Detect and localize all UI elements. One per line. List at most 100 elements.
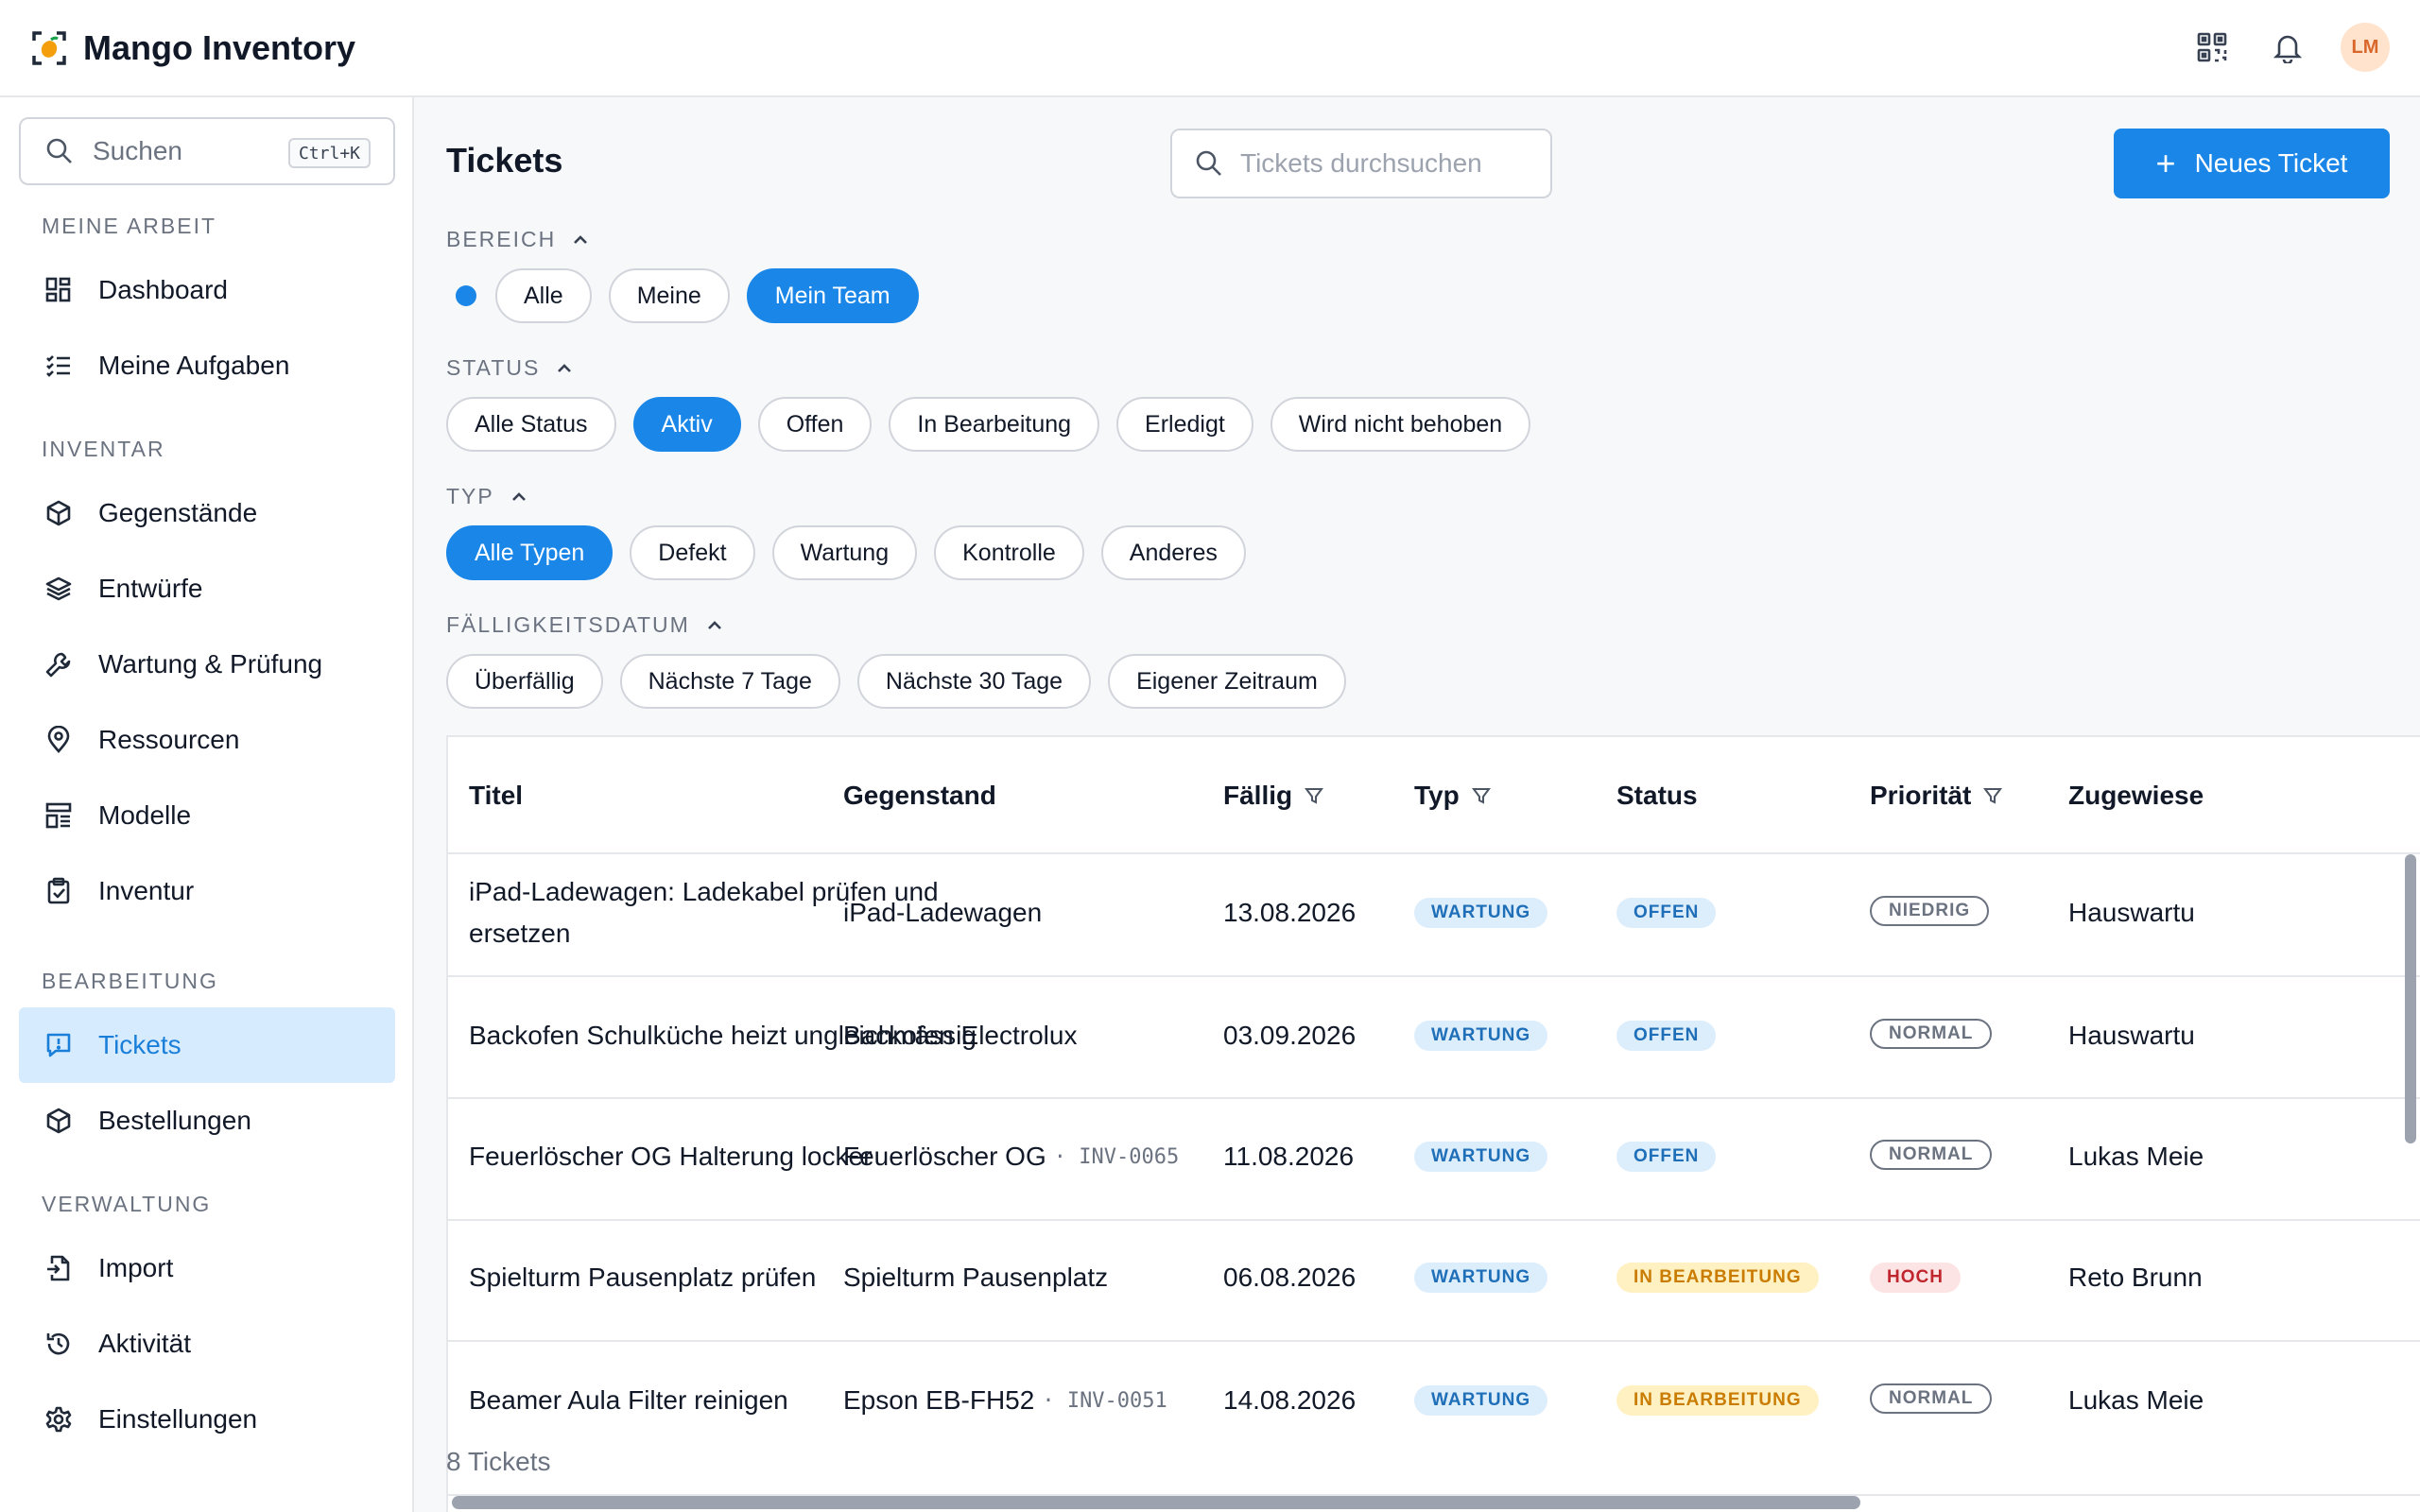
cell-priority: NORMAL	[1870, 1383, 1993, 1414]
sidebar-item-entwuerfe[interactable]: Entwürfe	[19, 551, 395, 627]
filter-icon[interactable]	[1471, 785, 1492, 806]
filter-label-faelligkeitsdatum[interactable]: FÄLLIGKEITSDATUM	[446, 612, 724, 638]
vertical-scrollbar[interactable]	[2405, 854, 2416, 1143]
sidebar-item-gegenstaende[interactable]: Gegenstände	[19, 475, 395, 551]
ticket-search-placeholder: Tickets durchsuchen	[1240, 148, 1482, 178]
sidebar-item-wartung-pruefung[interactable]: Wartung & Prüfung	[19, 627, 395, 702]
bell-icon[interactable]	[2265, 25, 2310, 70]
chip-bereich-mein-team[interactable]: Mein Team	[746, 268, 919, 323]
sidebar-item-label: Meine Aufgaben	[98, 351, 290, 380]
chip-typ-wartung[interactable]: Wartung	[771, 525, 918, 580]
sidebar-item-label: Wartung & Prüfung	[98, 649, 323, 679]
sidebar-item-label: Ressourcen	[98, 725, 240, 754]
chip-bereich-alle[interactable]: Alle	[495, 268, 592, 323]
sidebar-item-import[interactable]: Import	[19, 1230, 395, 1306]
cell-title: Spielturm Pausenplatz prüfen	[469, 1263, 817, 1292]
status-badge: IN BEARBEITUNG	[1616, 1385, 1819, 1416]
chip-faellig-30-tage[interactable]: Nächste 30 Tage	[856, 654, 1092, 709]
filter-label-typ[interactable]: TYP	[446, 484, 528, 509]
plus-icon: +	[2155, 144, 2176, 182]
filter-icon[interactable]	[1304, 785, 1324, 806]
inventory-number: · INV-0065	[1053, 1144, 1180, 1169]
chip-status-offen[interactable]: Offen	[757, 397, 873, 452]
column-header-zugewiesen[interactable]: Zugewiese	[2068, 737, 2204, 854]
qr-code-icon[interactable]	[2189, 25, 2235, 70]
column-header-label: Priorität	[1870, 781, 1972, 810]
column-header-faellig[interactable]: Fällig	[1223, 737, 1324, 854]
history-icon	[42, 1327, 76, 1361]
new-ticket-button[interactable]: + Neues Ticket	[2114, 129, 2390, 198]
chip-row-bereich: Alle Meine Mein Team	[446, 268, 936, 323]
sidebar-item-ressourcen[interactable]: Ressourcen	[19, 702, 395, 778]
top-bar: Mango Inventory LM	[0, 0, 2420, 97]
type-badge: WARTUNG	[1414, 1142, 1548, 1172]
layers-icon	[42, 572, 76, 606]
column-header-titel[interactable]: Titel	[469, 737, 523, 854]
column-header-status[interactable]: Status	[1616, 737, 1698, 854]
cell-due: 06.08.2026	[1223, 1263, 1357, 1292]
chip-status-wird-nicht-behoben[interactable]: Wird nicht behoben	[1270, 397, 1531, 452]
column-header-prioritaet[interactable]: Priorität	[1870, 737, 2003, 854]
row-divider	[448, 1097, 2420, 1099]
horizontal-scrollbar[interactable]	[452, 1496, 1860, 1509]
ticket-search-input[interactable]: Tickets durchsuchen	[1170, 129, 1552, 198]
cell-assignee: Hauswartu	[2068, 898, 2195, 927]
sidebar-item-bestellungen[interactable]: Bestellungen	[19, 1083, 395, 1159]
page-title: Tickets	[446, 141, 563, 180]
sidebar-item-meine-aufgaben[interactable]: Meine Aufgaben	[19, 328, 395, 404]
chip-bereich-meine[interactable]: Meine	[608, 268, 730, 323]
cell-priority: NIEDRIG	[1870, 896, 1990, 926]
filter-label-status[interactable]: STATUS	[446, 355, 574, 381]
tickets-table: Titel Gegenstand Fällig Typ Status Prior…	[446, 735, 2420, 1512]
box-icon	[42, 1104, 76, 1138]
sidebar-item-dashboard[interactable]: Dashboard	[19, 252, 395, 328]
cell-due: 03.09.2026	[1223, 1021, 1357, 1050]
item-name: Feuerlöscher OG	[843, 1142, 1046, 1171]
sidebar-item-label: Bestellungen	[98, 1106, 251, 1135]
sidebar-search-input[interactable]: Suchen Ctrl+K	[19, 117, 395, 185]
sidebar-item-tickets[interactable]: Tickets	[19, 1007, 395, 1083]
type-badge: WARTUNG	[1414, 1385, 1548, 1416]
cell-type: WARTUNG	[1414, 1142, 1548, 1172]
cell-assignee: Lukas Meie	[2068, 1142, 2204, 1171]
chip-typ-anderes[interactable]: Anderes	[1100, 525, 1246, 580]
sidebar-item-label: Entwürfe	[98, 574, 203, 603]
brand[interactable]: Mango Inventory	[30, 28, 355, 68]
chip-status-in-bearbeitung[interactable]: In Bearbeitung	[889, 397, 1100, 452]
sidebar-item-label: Import	[98, 1253, 174, 1282]
nav-section-verwaltung: VERWALTUNG	[42, 1192, 212, 1216]
chip-faellig-ueberfaellig[interactable]: Überfällig	[446, 654, 603, 709]
filter-icon[interactable]	[1982, 785, 2003, 806]
column-header-label: Zugewiese	[2068, 781, 2204, 810]
sidebar-item-inventur[interactable]: Inventur	[19, 853, 395, 929]
chip-status-alle[interactable]: Alle Status	[446, 397, 616, 452]
ticket-icon	[42, 1028, 76, 1062]
model-icon	[42, 799, 76, 833]
avatar[interactable]: LM	[2341, 23, 2390, 72]
filter-label-text: TYP	[446, 484, 494, 508]
chip-typ-kontrolle[interactable]: Kontrolle	[934, 525, 1084, 580]
sidebar-item-label: Aktivität	[98, 1329, 192, 1358]
filter-label-bereich[interactable]: BEREICH	[446, 227, 590, 252]
cell-status: IN BEARBEITUNG	[1616, 1263, 1819, 1293]
column-header-gegenstand[interactable]: Gegenstand	[843, 737, 996, 854]
cell-item: Epson EB-FH52 · INV-0051	[843, 1380, 1167, 1421]
chip-status-erledigt[interactable]: Erledigt	[1116, 397, 1253, 452]
chip-faellig-eigener-zeitraum[interactable]: Eigener Zeitraum	[1108, 654, 1346, 709]
sidebar-item-aktivitaet[interactable]: Aktivität	[19, 1306, 395, 1382]
sidebar-item-einstellungen[interactable]: Einstellungen	[19, 1382, 395, 1457]
column-header-typ[interactable]: Typ	[1414, 737, 1492, 854]
cell-title: Beamer Aula Filter reinigen	[469, 1385, 788, 1415]
cell-item: iPad-Ladewagen	[843, 898, 1043, 927]
cell-item: Feuerlöscher OG · INV-0065	[843, 1136, 1179, 1177]
type-badge: WARTUNG	[1414, 898, 1548, 928]
sidebar-item-modelle[interactable]: Modelle	[19, 778, 395, 853]
chevron-up-icon	[558, 363, 572, 372]
cell-status: IN BEARBEITUNG	[1616, 1385, 1819, 1416]
chip-faellig-7-tage[interactable]: Nächste 7 Tage	[619, 654, 840, 709]
chevron-up-icon	[707, 620, 721, 629]
chip-typ-defekt[interactable]: Defekt	[630, 525, 755, 580]
chip-typ-alle[interactable]: Alle Typen	[446, 525, 614, 580]
nav-section-inventar: INVENTAR	[42, 437, 165, 461]
chip-status-aktiv[interactable]: Aktiv	[632, 397, 741, 452]
